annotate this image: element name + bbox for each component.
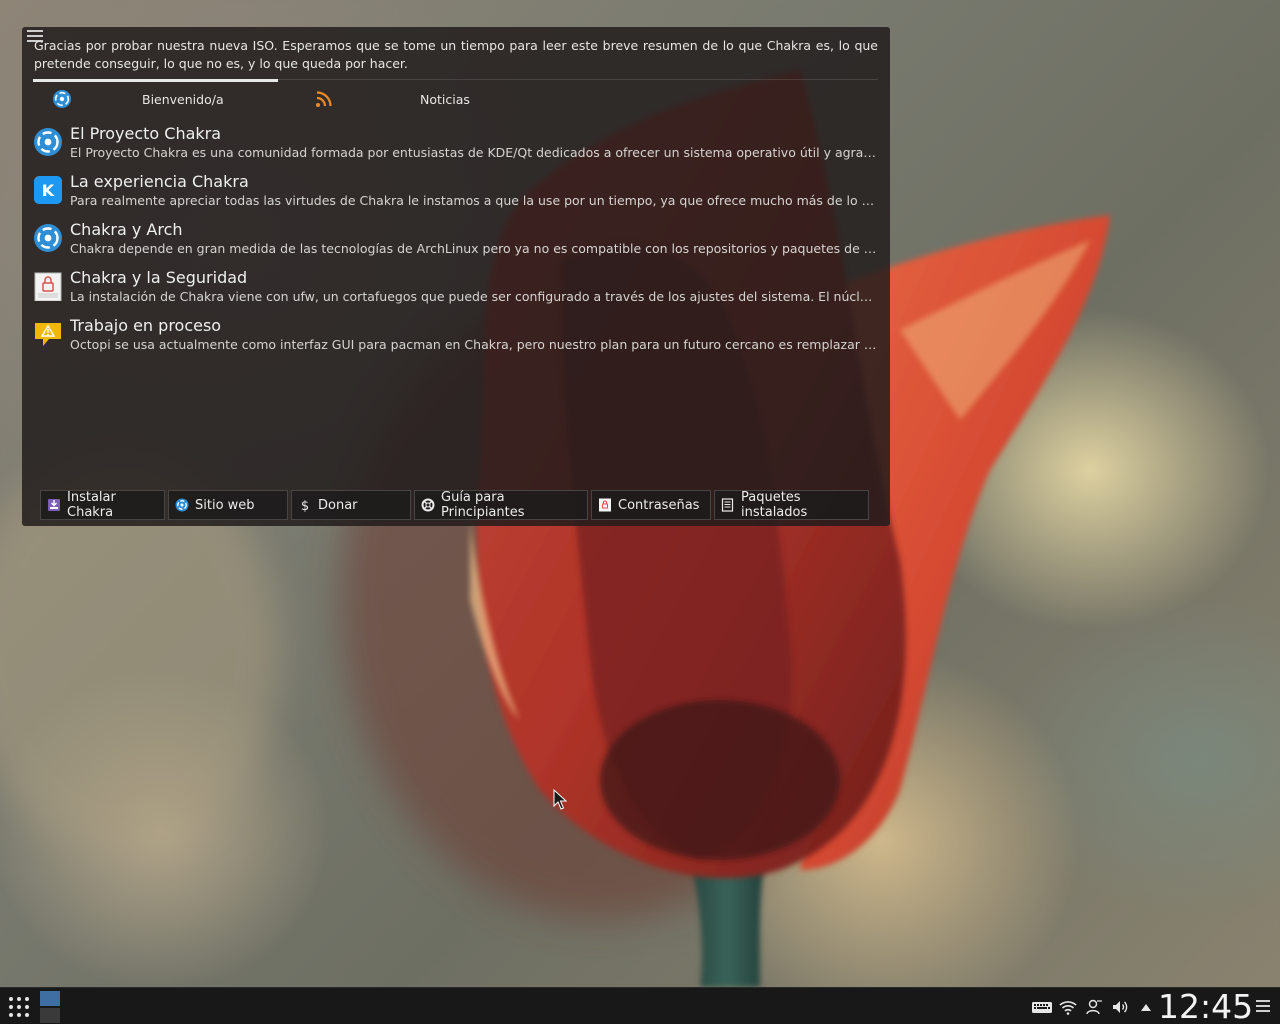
chakra-logo-icon — [175, 498, 189, 512]
article-item[interactable]: El Proyecto Chakra El Proyecto Chakra es… — [33, 123, 879, 171]
digital-clock[interactable]: 12:45 — [1158, 989, 1253, 1024]
article-summary: Chakra depende en gran medida de las tec… — [70, 241, 878, 256]
website-button[interactable]: Sitio web — [168, 490, 288, 520]
beginners-guide-label: Guía para Principiantes — [441, 490, 525, 520]
article-item[interactable]: Chakra y la Seguridad La instalación de … — [33, 267, 879, 315]
desktop-1[interactable] — [40, 991, 60, 1006]
warning-icon — [35, 323, 61, 346]
expand-tray-icon[interactable] — [1137, 998, 1155, 1016]
application-launcher-icon[interactable] — [8, 996, 30, 1018]
rss-feed-icon — [316, 91, 332, 107]
help-lifebuoy-icon — [421, 498, 435, 512]
security-lock-icon — [34, 272, 62, 301]
panel-options-icon[interactable] — [1256, 1000, 1270, 1014]
mouse-cursor-icon — [553, 789, 567, 810]
article-summary: Octopi se usa actualmente como interfaz … — [70, 337, 878, 352]
tab-bienvenido-label: Bienvenido/a — [142, 91, 224, 107]
article-item[interactable]: Chakra y Arch Chakra depende en gran med… — [33, 219, 879, 267]
article-summary: La instalación de Chakra viene con ufw, … — [70, 289, 878, 304]
article-title: El Proyecto Chakra — [70, 124, 222, 143]
article-list: El Proyecto Chakra El Proyecto Chakra es… — [33, 123, 879, 363]
donate-label: Donar — [318, 497, 358, 513]
welcome-window: Gracias por probar nuestra nueva ISO. Es… — [22, 27, 890, 526]
article-summary: El Proyecto Chakra es una comunidad form… — [70, 145, 878, 160]
article-title: Chakra y la Seguridad — [70, 268, 248, 287]
installed-packages-button[interactable]: Paquetes instalados — [714, 490, 869, 520]
package-list-icon — [721, 498, 734, 512]
website-label: Sitio web — [195, 497, 255, 513]
passwords-button[interactable]: Contraseñas — [591, 490, 711, 520]
article-title: La experiencia Chakra — [70, 172, 249, 191]
install-icon — [48, 499, 60, 511]
virtual-desktop-pager[interactable] — [40, 991, 60, 1023]
tab-noticias-label: Noticias — [420, 91, 470, 107]
desktop-2[interactable] — [40, 1008, 60, 1023]
passwords-label: Contraseñas — [618, 497, 700, 513]
keyboard-icon[interactable] — [1031, 998, 1053, 1016]
chakra-logo-icon — [34, 128, 62, 156]
chakra-logo-icon — [53, 90, 71, 108]
welcome-intro-text: Gracias por probar nuestra nueva ISO. Es… — [34, 38, 878, 71]
svg-text:$: $ — [301, 499, 309, 512]
install-chakra-button[interactable]: Instalar Chakra — [40, 490, 165, 520]
donate-button[interactable]: $ Donar — [291, 490, 411, 520]
tab-bienvenido[interactable]: Bienvenido/a — [52, 87, 292, 111]
kde-logo-icon: K — [34, 176, 62, 204]
article-item[interactable]: Trabajo en proceso Octopi se usa actualm… — [33, 315, 879, 363]
beginners-guide-button[interactable]: Guía para Principiantes — [414, 490, 588, 520]
password-lock-icon — [599, 498, 611, 512]
active-tab-indicator — [33, 79, 278, 82]
volume-icon[interactable] — [1111, 998, 1129, 1016]
tab-noticias[interactable]: Noticias — [314, 87, 574, 111]
installed-packages-label: Paquetes instalados — [741, 490, 808, 520]
article-summary: Para realmente apreciar todas las virtud… — [70, 193, 878, 208]
article-title: Chakra y Arch — [70, 220, 183, 239]
svg-text:K: K — [42, 181, 55, 200]
article-item[interactable]: K La experiencia Chakra Para realmente a… — [33, 171, 879, 219]
install-chakra-label: Instalar Chakra — [67, 490, 116, 520]
user-icon[interactable] — [1085, 998, 1103, 1016]
dollar-icon: $ — [301, 499, 309, 512]
article-title: Trabajo en proceso — [70, 316, 222, 335]
chakra-logo-icon — [34, 224, 62, 252]
taskbar-panel: 12:45 — [0, 987, 1280, 1024]
wifi-icon[interactable] — [1059, 998, 1077, 1016]
